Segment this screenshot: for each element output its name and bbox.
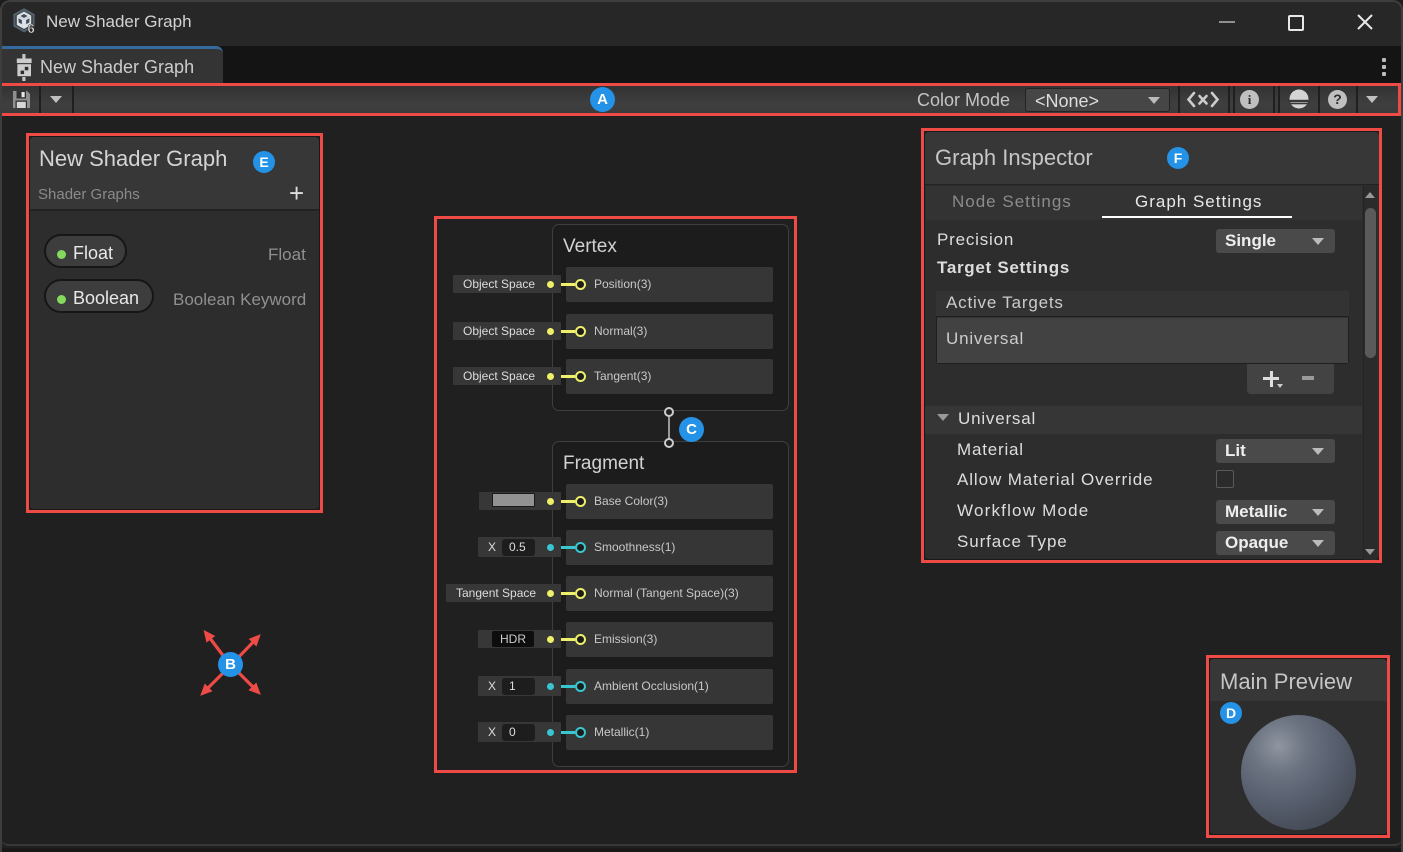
svg-text:6: 6 bbox=[28, 21, 35, 34]
